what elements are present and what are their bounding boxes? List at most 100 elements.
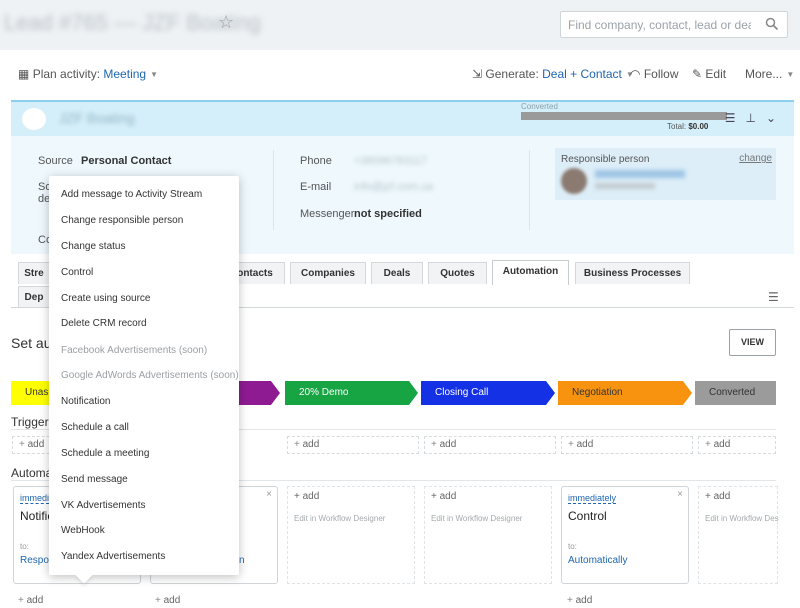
add-robot-button[interactable]: + add <box>431 491 456 502</box>
chevron-down-icon: ▼ <box>150 70 159 80</box>
menu-item-schedule-call[interactable]: Schedule a call <box>61 422 129 433</box>
tab-deals[interactable]: Deals <box>371 262 423 284</box>
edit-workflow-link[interactable]: Edit in Workflow Designer <box>431 514 522 523</box>
chevron-down-icon: ▼ <box>786 70 795 80</box>
generate-menu[interactable]: ⇲ Generate: Deal + Contact ▼ <box>472 67 634 81</box>
menu-item-control[interactable]: Control <box>61 267 93 278</box>
automation-rules-label: Automa <box>11 466 53 480</box>
menu-item-create-using-source[interactable]: Create using source <box>61 293 151 304</box>
email-value[interactable]: info@jzf.com.ua <box>354 181 433 193</box>
calendar-icon: ▦ <box>18 67 30 81</box>
robot-to-label: to: <box>20 542 29 551</box>
divider <box>273 150 274 230</box>
menu-item-send-message[interactable]: Send message <box>61 474 128 485</box>
conversion-progress-bar <box>521 112 727 120</box>
add-trigger-button[interactable]: + add <box>561 436 693 454</box>
add-robot-button[interactable]: + add <box>705 491 730 502</box>
workflow-designer-slot[interactable]: + add Edit in Workflow Des <box>698 486 779 584</box>
messenger-value: not specified <box>354 208 422 220</box>
lead-card-icon <box>22 108 46 130</box>
add-trigger-button[interactable]: + add <box>698 436 776 454</box>
robot-recipient-link[interactable]: Automatically <box>568 555 627 566</box>
converted-label: Converted <box>521 102 558 111</box>
responsible-name[interactable] <box>595 170 685 178</box>
toolbar: ▦ Plan activity: Meeting ▼ ⇲ Generate: De… <box>0 62 800 86</box>
edit-button[interactable]: ✎ Edit <box>692 67 726 81</box>
search-input[interactable] <box>561 12 751 37</box>
stage-negotiation[interactable]: Negotiation <box>558 381 692 405</box>
add-trigger-button[interactable]: + add <box>287 436 419 454</box>
menu-item-change-status[interactable]: Change status <box>61 241 126 252</box>
edit-label: Edit <box>705 67 727 81</box>
robot-recipient-link[interactable]: n <box>239 555 245 566</box>
menu-item-notification[interactable]: Notification <box>61 396 110 407</box>
divider <box>529 150 530 230</box>
menu-item-schedule-meeting[interactable]: Schedule a meeting <box>61 448 149 459</box>
stage-closing-call[interactable]: Closing Call <box>421 381 555 405</box>
workflow-designer-slot[interactable]: + add Edit in Workflow Designer <box>424 486 552 584</box>
plan-activity-value[interactable]: Meeting <box>103 67 146 81</box>
source-value: Personal Contact <box>81 155 172 167</box>
edit-icon: ✎ <box>692 67 703 81</box>
chevron-down-icon[interactable]: ⌄ <box>766 111 786 125</box>
tab-dependencies[interactable]: Dep <box>18 286 50 308</box>
tab-quotes[interactable]: Quotes <box>428 262 487 284</box>
stage-converted[interactable]: Converted <box>695 381 776 405</box>
phone-value[interactable]: +38096783117 <box>354 155 427 167</box>
change-responsible-link[interactable]: change <box>739 153 772 164</box>
tab-business-processes[interactable]: Business Processes <box>575 262 690 284</box>
edit-workflow-link[interactable]: Edit in Workflow Designer <box>294 514 385 523</box>
plan-activity[interactable]: ▦ Plan activity: Meeting ▼ <box>18 67 158 81</box>
phone-label: Phone <box>300 155 332 167</box>
add-robot-button[interactable]: + add <box>12 593 144 608</box>
menu-item-change-responsible[interactable]: Change responsible person <box>61 215 183 226</box>
source-label: Source <box>38 155 73 167</box>
menu-item-add-message[interactable]: Add message to Activity Stream <box>61 189 202 200</box>
menu-item-webhook[interactable]: WebHook <box>61 525 105 536</box>
generate-label: Generate: <box>485 67 539 81</box>
robot-delay-link[interactable]: immediately <box>568 493 617 504</box>
top-header: Lead #765 — JZF Boating ☆ <box>0 0 800 50</box>
pin-icon[interactable]: ⊥ <box>745 111 765 125</box>
search-icon[interactable] <box>765 17 779 31</box>
total-value: $0.00 <box>688 122 709 131</box>
add-robot-button[interactable]: + add <box>294 491 319 502</box>
menu-item-vk-ads[interactable]: VK Advertisements <box>61 500 145 511</box>
close-icon[interactable]: × <box>677 489 683 500</box>
add-robot-menu: Add message to Activity Stream Change re… <box>49 176 239 584</box>
menu-item-google-adwords: Google AdWords Advertisements (soon) <box>61 370 239 381</box>
robot-delay-link[interactable]: immedi <box>20 493 50 504</box>
add-robot-button[interactable]: + add <box>561 593 693 608</box>
robot-recipient-link[interactable]: Respor <box>20 555 52 566</box>
add-robot-button[interactable]: + add <box>149 593 281 608</box>
workflow-designer-slot[interactable]: + add Edit in Workflow Designer <box>287 486 415 584</box>
star-icon[interactable]: ☆ <box>218 12 234 33</box>
tab-automation[interactable]: Automation <box>492 260 569 285</box>
menu-item-facebook-ads: Facebook Advertisements (soon) <box>61 345 208 356</box>
more-button[interactable]: More... ▼ <box>745 67 794 81</box>
lead-header: JZF Boating Converted Total: $0.00 ☰⊥⌄ <box>11 100 794 136</box>
follow-label: Follow <box>643 67 679 81</box>
tab-companies[interactable]: Companies <box>290 262 366 284</box>
tabs-menu-icon[interactable]: ☰ <box>768 290 779 304</box>
more-label: More... <box>745 67 783 81</box>
view-button[interactable]: VIEW <box>729 329 776 356</box>
stage-demo[interactable]: 20% Demo <box>285 381 418 405</box>
list-settings-icon[interactable]: ☰ <box>725 111 746 125</box>
generate-value[interactable]: Deal + Contact <box>542 67 622 81</box>
edit-workflow-link[interactable]: Edit in Workflow Des <box>705 514 779 523</box>
follow-button[interactable]: ◠ Follow <box>630 67 679 81</box>
robot-title: Control <box>568 509 607 523</box>
tab-stream[interactable]: Stre <box>18 262 50 284</box>
close-icon[interactable]: × <box>266 489 272 500</box>
menu-item-yandex-ads[interactable]: Yandex Advertisements <box>61 551 165 562</box>
add-trigger-button[interactable]: + add <box>424 436 556 454</box>
menu-item-delete-crm-record[interactable]: Delete CRM record <box>61 318 147 329</box>
conversion-total: Total: $0.00 <box>667 122 708 131</box>
avatar <box>561 168 587 194</box>
search-box[interactable] <box>560 11 788 38</box>
lead-actions: ☰⊥⌄ <box>725 111 786 125</box>
robot-card[interactable]: × immediately Control to: Automatically <box>561 486 689 584</box>
email-label: E-mail <box>300 181 332 193</box>
eye-icon: ◠ <box>630 67 641 81</box>
